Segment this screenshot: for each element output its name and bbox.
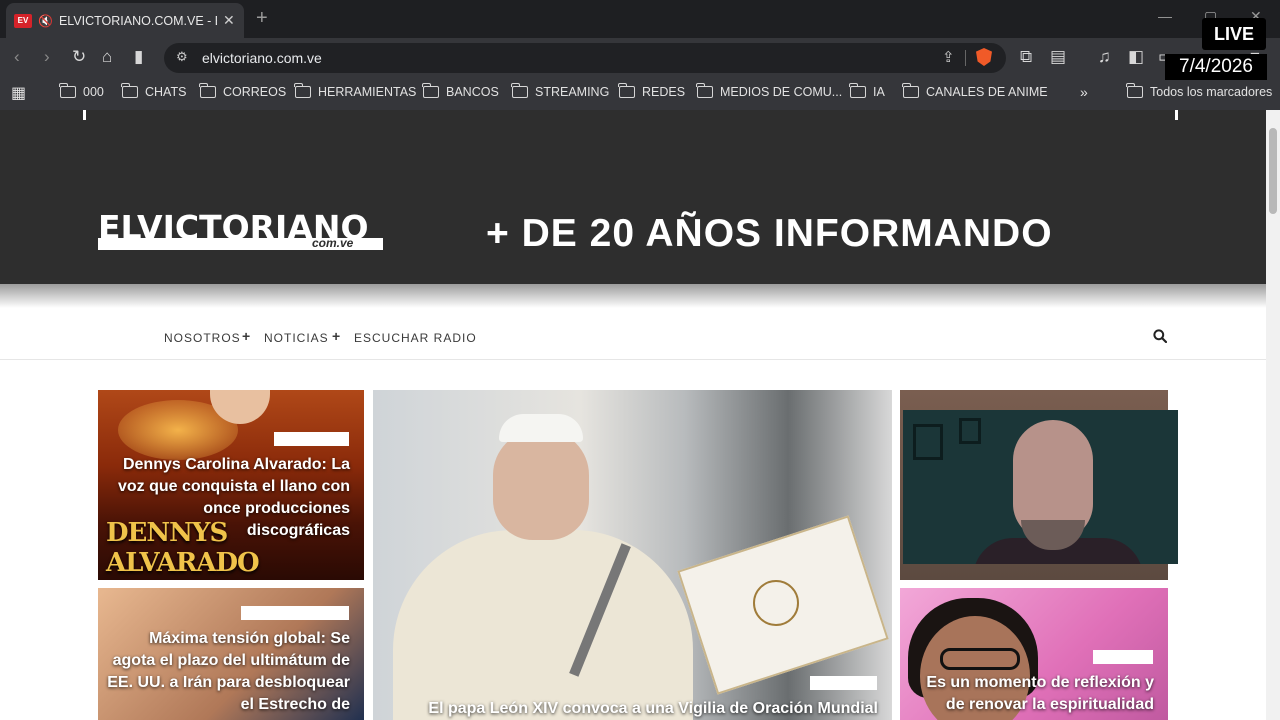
folder-icon bbox=[511, 83, 528, 98]
bookmarks-overflow-icon[interactable]: » bbox=[1080, 84, 1088, 100]
tab-title: ELVICTORIANO.COM.VE - El p bbox=[58, 13, 217, 28]
main-nav: NOSOTROS + NOTICIAS + ESCUCHAR RADIO bbox=[0, 308, 1266, 360]
forward-icon[interactable]: › bbox=[44, 47, 50, 67]
header-fade bbox=[0, 284, 1266, 308]
tab-strip: EV 🔇 ELVICTORIANO.COM.VE - El p ✕ + — ▢ … bbox=[0, 0, 1280, 38]
news-card[interactable]: DENNYS ALVARADO Dennys Carolina Alvarado… bbox=[98, 390, 364, 580]
search-icon[interactable] bbox=[1153, 329, 1167, 343]
bookmark-folder[interactable]: CANALES DE ANIME bbox=[902, 83, 1048, 99]
all-bookmarks-folder[interactable]: Todos los marcadores bbox=[1126, 83, 1273, 99]
date-overlay: 7/4/2026 bbox=[1165, 54, 1267, 80]
logo-domain: com.ve bbox=[312, 236, 354, 250]
category-badge bbox=[1093, 650, 1153, 664]
webcam-background bbox=[959, 418, 981, 444]
card-title[interactable]: Es un momento de reflexión y de renovar … bbox=[909, 672, 1154, 716]
folder-icon bbox=[849, 83, 866, 98]
share-icon[interactable]: ⇪ bbox=[942, 48, 955, 66]
webcam-overlay bbox=[903, 410, 1178, 564]
bookmark-label: BANCOS bbox=[446, 85, 499, 99]
close-tab-icon[interactable]: ✕ bbox=[223, 12, 235, 29]
minimize-icon[interactable]: — bbox=[1158, 8, 1172, 24]
bookmark-label: MEDIOS DE COMU... bbox=[720, 85, 843, 99]
bookmark-label: STREAMING bbox=[535, 85, 610, 99]
card-title[interactable]: Máxima tensión global: Se agota el plazo… bbox=[105, 628, 350, 716]
media-icon[interactable]: ♫ bbox=[1098, 47, 1111, 67]
omnibox-divider bbox=[965, 50, 966, 66]
card-title[interactable]: Dennys Carolina Alvarado: La voz que con… bbox=[110, 454, 350, 542]
site-slogan: + DE 20 AÑOS INFORMANDO bbox=[486, 212, 1053, 255]
sidebar-icon[interactable]: ◧ bbox=[1128, 47, 1144, 67]
folder-icon bbox=[902, 83, 919, 98]
card-image bbox=[940, 648, 1020, 670]
folder-icon bbox=[199, 83, 216, 98]
nav-noticias[interactable]: NOTICIAS bbox=[264, 331, 329, 345]
url-text[interactable]: elvictoriano.com.ve bbox=[202, 50, 322, 66]
brave-shield-icon[interactable] bbox=[976, 48, 992, 66]
new-tab-icon[interactable]: + bbox=[256, 7, 268, 30]
reader-icon[interactable]: ▤ bbox=[1050, 47, 1066, 67]
mute-icon[interactable]: 🔇 bbox=[38, 14, 53, 28]
bookmark-label: CHATS bbox=[145, 85, 187, 99]
bookmark-folder[interactable]: IA bbox=[849, 83, 885, 99]
address-bar[interactable]: ⚙ elvictoriano.com.ve ⇪ bbox=[164, 43, 1006, 73]
category-badge bbox=[274, 432, 349, 446]
bookmark-label: 000 bbox=[83, 85, 104, 99]
bookmark-label: CANALES DE ANIME bbox=[926, 85, 1048, 99]
nav-escuchar-radio[interactable]: ESCUCHAR RADIO bbox=[354, 331, 477, 345]
bookmark-folder[interactable]: REDES bbox=[618, 83, 686, 99]
card-image bbox=[499, 414, 583, 442]
webcam-background bbox=[913, 424, 943, 460]
nav-nosotros[interactable]: NOSOTROS bbox=[164, 331, 241, 345]
bookmark-label: Todos los marcadores bbox=[1150, 85, 1273, 99]
banner-marker bbox=[83, 110, 86, 120]
browser-tab[interactable]: EV 🔇 ELVICTORIANO.COM.VE - El p ✕ bbox=[6, 3, 244, 38]
browser-toolbar: ‹ › ↻ ⌂ ▮ ⚙ elvictoriano.com.ve ⇪ ⧉ ▤ ♫ … bbox=[0, 38, 1280, 78]
card-image bbox=[753, 580, 799, 626]
folder-icon bbox=[294, 83, 311, 98]
folder-icon bbox=[696, 83, 713, 98]
bookmark-folder[interactable]: BANCOS bbox=[422, 83, 499, 99]
category-badge bbox=[241, 606, 349, 620]
site-info-icon[interactable]: ⚙ bbox=[176, 49, 188, 65]
folder-icon bbox=[1126, 83, 1143, 98]
card-image bbox=[393, 530, 693, 720]
news-card[interactable]: Es un momento de reflexión y de renovar … bbox=[900, 588, 1168, 720]
home-icon[interactable]: ⌂ bbox=[102, 47, 112, 67]
folder-icon bbox=[121, 83, 138, 98]
live-badge: LIVE bbox=[1202, 18, 1266, 50]
bookmark-folder[interactable]: MEDIOS DE COMU... bbox=[696, 83, 843, 99]
category-badge bbox=[810, 676, 877, 690]
bookmark-folder[interactable]: CHATS bbox=[121, 83, 187, 99]
header-banner: ELVICTORIANO com.ve + DE 20 AÑOS INFORMA… bbox=[0, 110, 1266, 284]
featured-news-card[interactable]: El papa León XIV convoca a una Vigilia d… bbox=[373, 390, 892, 720]
bookmark-label: IA bbox=[873, 85, 885, 99]
bookmark-folder[interactable]: HERRAMIENTAS bbox=[294, 83, 417, 99]
bookmark-folder[interactable]: 000 bbox=[59, 83, 104, 99]
bookmark-label: HERRAMIENTAS bbox=[318, 85, 417, 99]
apps-icon[interactable]: ▦ bbox=[11, 83, 26, 103]
expand-icon[interactable]: + bbox=[242, 328, 250, 344]
reload-icon[interactable]: ↻ bbox=[72, 47, 86, 67]
page-scrollbar[interactable] bbox=[1266, 110, 1280, 720]
bookmark-folder[interactable]: CORREOS bbox=[199, 83, 287, 99]
folder-icon bbox=[422, 83, 439, 98]
bookmark-label: CORREOS bbox=[223, 85, 287, 99]
scrollbar-thumb[interactable] bbox=[1269, 128, 1277, 214]
bookmark-folder[interactable]: STREAMING bbox=[511, 83, 610, 99]
folder-icon bbox=[59, 83, 76, 98]
bookmarks-bar: ▦ 000 CHATS CORREOS HERRAMIENTAS BANCOS … bbox=[0, 78, 1280, 110]
bookmark-label: REDES bbox=[642, 85, 686, 99]
expand-icon[interactable]: + bbox=[332, 328, 340, 344]
card-image bbox=[493, 430, 589, 540]
banner-marker bbox=[1175, 110, 1178, 120]
site-favicon: EV bbox=[14, 13, 32, 28]
card-title[interactable]: El papa León XIV convoca a una Vigilia d… bbox=[388, 698, 878, 720]
folder-icon bbox=[618, 83, 635, 98]
back-icon[interactable]: ‹ bbox=[14, 47, 20, 67]
bookmark-icon[interactable]: ▮ bbox=[134, 47, 143, 67]
extensions-icon[interactable]: ⧉ bbox=[1020, 47, 1032, 67]
news-card[interactable]: Máxima tensión global: Se agota el plazo… bbox=[98, 588, 364, 720]
